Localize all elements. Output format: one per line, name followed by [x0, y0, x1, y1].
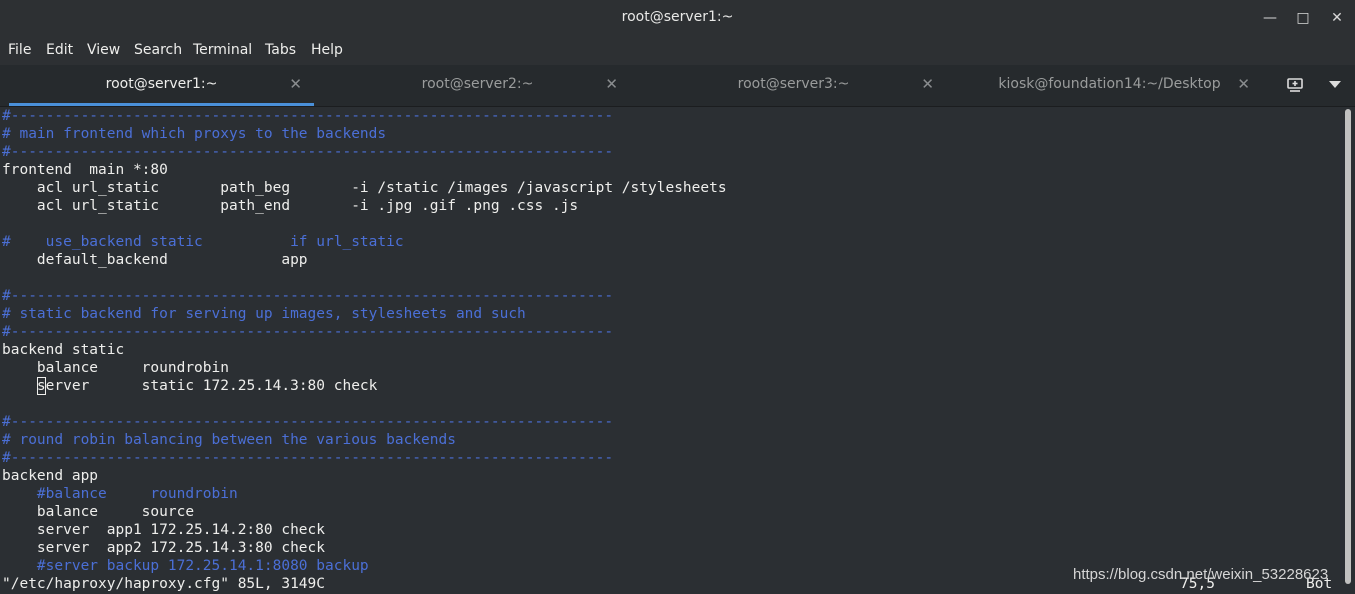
- menu-search[interactable]: Search: [134, 42, 182, 58]
- terminal-line: # main frontend which proxys to the back…: [2, 126, 387, 142]
- terminal-line: #server backup 172.25.14.1:8080 backup: [2, 558, 369, 574]
- tab-bar: root@server1:~ ✕ root@server2:~ ✕ root@s…: [0, 65, 1355, 107]
- terminal-line: balance roundrobin: [2, 360, 229, 376]
- terminal-line: frontend main *:80: [2, 162, 168, 178]
- tab-server2[interactable]: root@server2:~ ✕: [325, 65, 630, 106]
- tab-list-dropdown-icon[interactable]: [1318, 65, 1352, 106]
- menu-edit[interactable]: Edit: [46, 42, 73, 58]
- menu-terminal[interactable]: Terminal: [193, 42, 252, 58]
- tab-label: root@server3:~: [737, 76, 850, 92]
- tab-label: kiosk@foundation14:~/Desktop: [998, 76, 1221, 92]
- tab-server1[interactable]: root@server1:~ ✕: [9, 65, 314, 106]
- terminal-line: #---------------------------------------…: [2, 414, 614, 430]
- title-bar: root@server1:~ — □ ✕: [0, 0, 1355, 38]
- terminal-line: #---------------------------------------…: [2, 288, 614, 304]
- terminal-line: #---------------------------------------…: [2, 108, 614, 124]
- terminal-line: #---------------------------------------…: [2, 450, 614, 466]
- tab-close-icon[interactable]: ✕: [1237, 75, 1250, 93]
- terminal-line: balance source: [2, 504, 195, 520]
- menu-help[interactable]: Help: [311, 42, 343, 58]
- vim-status-file: "/etc/haproxy/haproxy.cfg" 85L, 3149C: [2, 576, 326, 592]
- terminal-line: backend app: [2, 468, 99, 484]
- terminal-line: # static backend for serving up images, …: [2, 306, 526, 322]
- menu-file[interactable]: File: [8, 42, 31, 58]
- tab-foundation14[interactable]: kiosk@foundation14:~/Desktop ✕: [957, 65, 1262, 106]
- terminal-output[interactable]: #---------------------------------------…: [0, 107, 1341, 594]
- terminal-line: server static 172.25.14.3:80 check: [36, 377, 378, 395]
- terminal-line: acl url_static path_beg -i /static /imag…: [2, 180, 727, 196]
- tab-label: root@server2:~: [421, 76, 534, 92]
- tab-label: root@server1:~: [105, 76, 218, 92]
- window-title: root@server1:~: [621, 9, 734, 25]
- terminal-scrollbar[interactable]: [1341, 107, 1355, 594]
- menu-tabs[interactable]: Tabs: [265, 42, 296, 58]
- tab-close-icon[interactable]: ✕: [289, 75, 302, 93]
- terminal-line: #---------------------------------------…: [2, 324, 614, 340]
- tab-close-icon[interactable]: ✕: [921, 75, 934, 93]
- terminal-line: default_backend app: [2, 252, 308, 268]
- tab-close-icon[interactable]: ✕: [605, 75, 618, 93]
- menu-view[interactable]: View: [87, 42, 120, 58]
- terminal-line: # round robin balancing between the vari…: [2, 432, 456, 448]
- tab-server3[interactable]: root@server3:~ ✕: [641, 65, 946, 106]
- terminal-line: backend static: [2, 342, 125, 358]
- maximize-button[interactable]: □: [1290, 6, 1316, 30]
- terminal-line: #---------------------------------------…: [2, 144, 614, 160]
- terminal-line: # use_backend static if url_static: [2, 234, 404, 250]
- text-cursor: s: [36, 377, 46, 395]
- watermark: https://blog.csdn.net/weixin_53228623: [1073, 566, 1329, 583]
- terminal-line: server app1 172.25.14.2:80 check: [2, 522, 326, 538]
- terminal-line: server app2 172.25.14.3:80 check: [2, 540, 326, 556]
- menu-bar: File Edit View Search Terminal Tabs Help: [0, 37, 1355, 65]
- terminal-line: #balance roundrobin: [2, 486, 238, 502]
- terminal-line: acl url_static path_end -i .jpg .gif .pn…: [2, 198, 579, 214]
- close-window-button[interactable]: ✕: [1324, 6, 1350, 30]
- scrollbar-thumb[interactable]: [1345, 109, 1351, 584]
- new-tab-icon[interactable]: [1278, 65, 1312, 106]
- active-tab-indicator: [9, 103, 314, 106]
- minimize-button[interactable]: —: [1257, 6, 1283, 30]
